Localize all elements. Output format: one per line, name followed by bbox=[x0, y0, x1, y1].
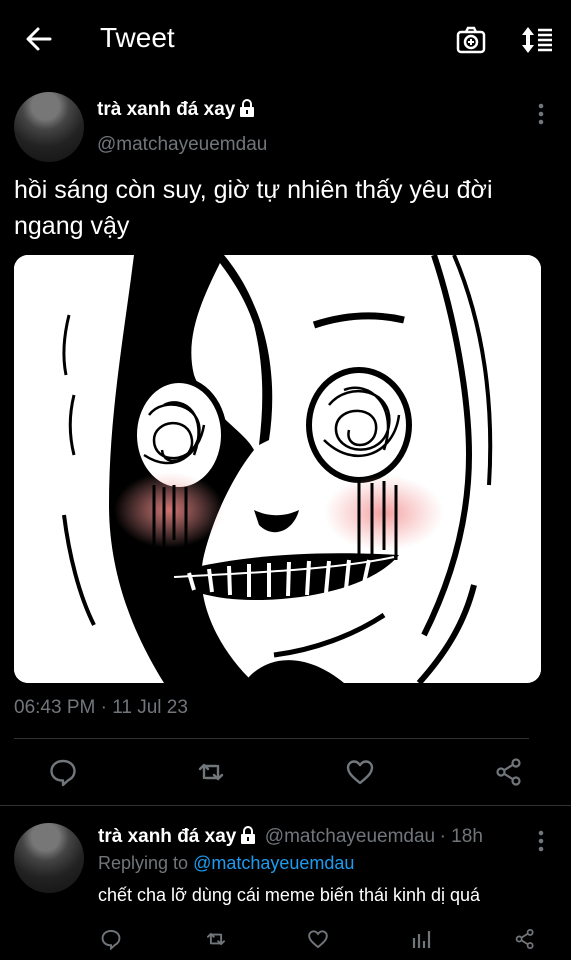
comment-icon bbox=[50, 759, 76, 787]
reply-author-row[interactable]: trà xanh đá xay @matchayeuemdau · 18h bbox=[98, 826, 483, 848]
replying-mention-link[interactable]: @matchayeuemdau bbox=[193, 853, 354, 873]
tweet-timestamp: 06:43 PM · 11 Jul 23 bbox=[14, 697, 188, 718]
tweet-text: hồi sáng còn suy, giờ tự nhiên thấy yêu … bbox=[14, 176, 493, 240]
divider bbox=[0, 805, 571, 806]
reply-like-button[interactable] bbox=[307, 928, 329, 950]
avatar[interactable] bbox=[14, 92, 84, 162]
arrow-left-icon bbox=[26, 27, 52, 51]
tweet-image[interactable] bbox=[14, 255, 541, 683]
more-vertical-icon bbox=[538, 103, 544, 125]
lock-icon bbox=[240, 826, 256, 844]
sort-button[interactable] bbox=[520, 24, 552, 56]
more-vertical-icon bbox=[538, 830, 544, 852]
author-name-row[interactable]: trà xanh đá xay bbox=[97, 99, 255, 121]
reply-reply-button[interactable] bbox=[100, 928, 122, 950]
back-button[interactable] bbox=[22, 22, 56, 56]
more-button[interactable] bbox=[530, 101, 552, 127]
author-name: trà xanh đá xay bbox=[97, 99, 236, 120]
author-handle[interactable]: @matchayeuemdau bbox=[97, 134, 267, 156]
reply-retweet-button[interactable] bbox=[205, 928, 227, 950]
reply-button[interactable] bbox=[48, 757, 78, 787]
reply-text: chết cha lỡ dùng cái meme biến thái kinh… bbox=[98, 885, 481, 905]
camera-button[interactable] bbox=[455, 24, 487, 56]
share-button[interactable] bbox=[494, 757, 524, 787]
replying-prefix: Replying to bbox=[98, 853, 194, 873]
meme-face-image bbox=[14, 255, 541, 683]
sort-icon bbox=[522, 27, 552, 53]
reply-share-button[interactable] bbox=[514, 928, 536, 950]
analytics-icon bbox=[412, 931, 431, 948]
share-icon bbox=[496, 758, 521, 786]
camera-icon bbox=[456, 26, 486, 54]
reply-age: · 18h bbox=[439, 826, 483, 847]
retweet-icon bbox=[198, 763, 224, 781]
top-bar: Tweet bbox=[0, 0, 571, 80]
like-button[interactable] bbox=[345, 757, 375, 787]
heart-icon bbox=[346, 760, 374, 785]
reply-author-handle: @matchayeuemdau bbox=[264, 826, 436, 847]
reply-more-button[interactable] bbox=[530, 828, 552, 854]
reply-avatar[interactable] bbox=[14, 823, 84, 893]
retweet-icon bbox=[206, 932, 226, 946]
divider bbox=[14, 738, 529, 739]
reply-author-name: trà xanh đá xay bbox=[98, 826, 237, 847]
reply-analytics-button[interactable] bbox=[411, 928, 433, 950]
heart-icon bbox=[308, 930, 328, 949]
lock-icon bbox=[239, 99, 255, 117]
share-icon bbox=[515, 928, 534, 950]
comment-icon bbox=[101, 929, 121, 950]
retweet-button[interactable] bbox=[196, 757, 226, 787]
page-title: Tweet bbox=[100, 22, 175, 53]
replying-to: Replying to @matchayeuemdau bbox=[98, 853, 354, 874]
